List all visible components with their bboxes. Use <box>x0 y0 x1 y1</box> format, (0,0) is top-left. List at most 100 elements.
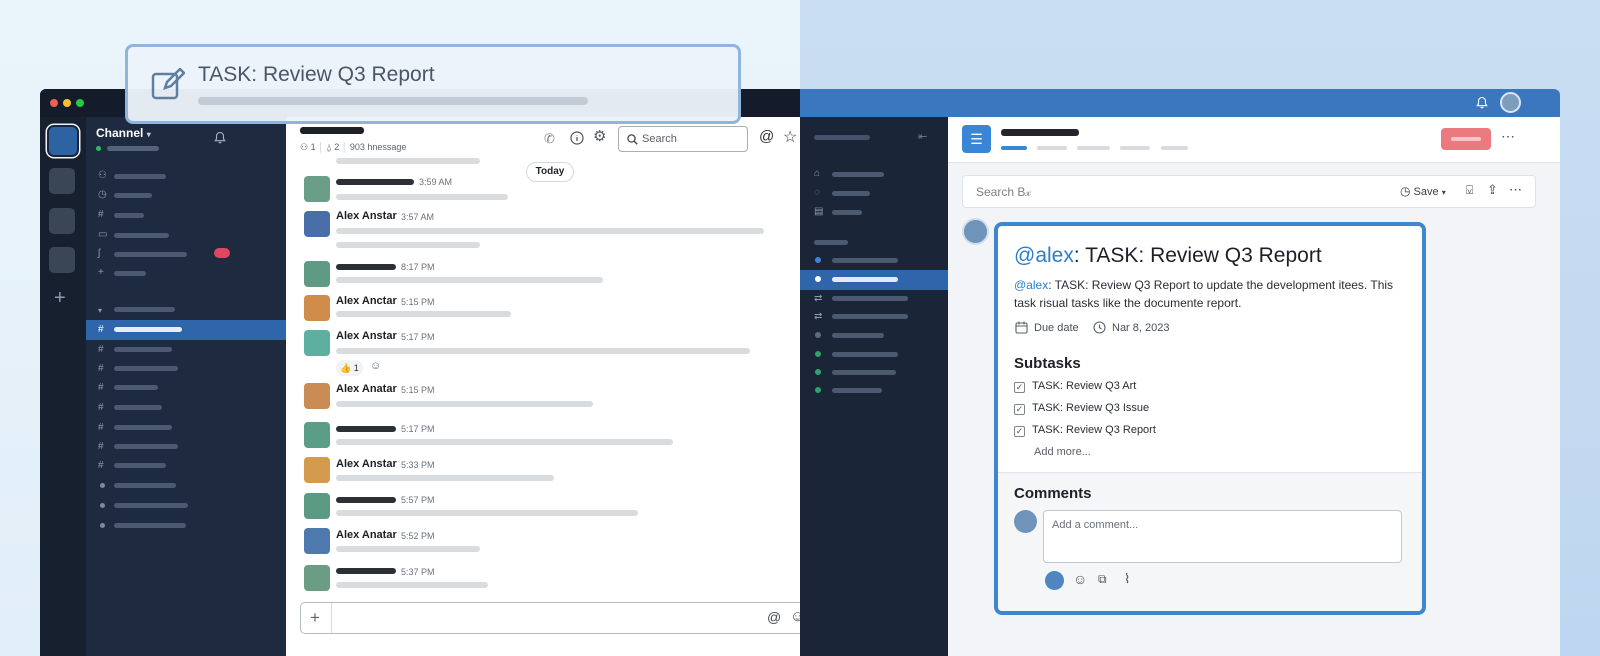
tab[interactable] <box>1037 146 1067 150</box>
channel-item[interactable] <box>114 463 166 468</box>
more-icon[interactable]: ⋯ <box>1501 128 1515 145</box>
description-mention[interactable]: @alex <box>1014 278 1048 292</box>
sender-name[interactable]: Alex Anatar <box>336 529 397 541</box>
channel-item[interactable] <box>114 444 178 449</box>
bell-icon[interactable] <box>214 131 226 144</box>
share-icon[interactable]: ⇪ <box>1487 182 1498 198</box>
dm-item[interactable] <box>114 483 176 488</box>
due-date-value[interactable]: Nar 8, 2023 <box>1112 322 1169 334</box>
section-header[interactable] <box>814 240 848 245</box>
sender-name[interactable] <box>336 179 414 185</box>
reaction-chip[interactable]: 👍 1 <box>336 360 363 376</box>
subtask-item[interactable]: ✓ TASK: Review Q3 Report <box>1014 424 1156 437</box>
add-workspace-icon[interactable]: + <box>54 288 66 308</box>
save-button[interactable]: ◷ Save ▾ <box>1400 184 1446 198</box>
bell-icon[interactable] <box>1476 96 1488 109</box>
avatar[interactable] <box>304 493 330 519</box>
comment-input[interactable]: Add a comment... <box>1043 510 1402 563</box>
sender-name[interactable]: Alex Anctar <box>336 295 397 307</box>
gear-icon[interactable]: ⚙ <box>593 127 606 145</box>
tab[interactable] <box>1077 146 1110 150</box>
at-icon[interactable]: @ <box>767 609 781 625</box>
avatar[interactable] <box>304 528 330 554</box>
project-item[interactable] <box>832 333 884 338</box>
emoji-icon[interactable]: ☺ <box>1073 571 1087 587</box>
mention-avatar-button[interactable] <box>1045 571 1064 590</box>
maximize-dot[interactable] <box>76 99 84 107</box>
sidebar-item-channels[interactable] <box>114 213 144 218</box>
checkbox-checked[interactable]: ✓ <box>1014 404 1025 415</box>
sidebar-item-activity[interactable] <box>832 191 870 196</box>
project-item[interactable] <box>832 370 896 375</box>
tab-active[interactable] <box>1001 146 1027 150</box>
add-reaction-icon[interactable]: ☺ <box>370 360 381 372</box>
close-dot[interactable] <box>50 99 58 107</box>
project-item[interactable] <box>832 388 882 393</box>
list-icon[interactable]: ☰ <box>962 125 991 153</box>
sender-name[interactable] <box>336 264 396 270</box>
workspace-2[interactable] <box>49 168 75 194</box>
sender-name[interactable] <box>336 497 396 503</box>
sender-name[interactable] <box>336 568 396 574</box>
search-input[interactable]: Search <box>618 126 748 152</box>
section-header[interactable] <box>114 307 175 312</box>
collapse-icon[interactable]: ⇤ <box>918 130 927 143</box>
title-mention[interactable]: @alex <box>1014 244 1074 267</box>
composer-add-button[interactable]: + <box>310 608 320 628</box>
at-icon[interactable]: @ <box>759 128 774 145</box>
channel-item[interactable] <box>114 425 172 430</box>
sidebar-item-people[interactable] <box>114 174 166 179</box>
checkbox-checked[interactable]: ✓ <box>1014 382 1025 393</box>
project-item[interactable] <box>832 314 908 319</box>
subtask-item[interactable]: ✓ TASK: Review Q3 Issue <box>1014 402 1149 415</box>
dm-item[interactable] <box>114 523 186 528</box>
minimize-dot[interactable] <box>63 99 71 107</box>
channel-item[interactable] <box>114 405 162 410</box>
format-icon[interactable]: ⧉ <box>1098 572 1107 587</box>
avatar[interactable] <box>1500 92 1521 113</box>
tab[interactable] <box>1120 146 1150 150</box>
search-input[interactable]: Search B𝓍 <box>976 185 1031 200</box>
add-subtask-link[interactable]: Add more... <box>1034 446 1091 458</box>
channel-item[interactable] <box>114 385 158 390</box>
project-item[interactable] <box>832 296 908 301</box>
attach-icon[interactable]: ⌇ <box>1124 571 1130 587</box>
project-item[interactable] <box>832 352 898 357</box>
sidebar-item-docs[interactable] <box>832 210 862 215</box>
avatar[interactable] <box>304 565 330 591</box>
avatar[interactable] <box>304 422 330 448</box>
more-icon[interactable]: ⋯ <box>1509 182 1522 198</box>
emoji-icon[interactable]: ☺ <box>790 608 800 625</box>
avatar[interactable] <box>304 457 330 483</box>
dm-item[interactable] <box>114 503 188 508</box>
workspace-active[interactable] <box>49 127 77 155</box>
subtask-item[interactable]: ✓ TASK: Review Q3 Art <box>1014 380 1136 393</box>
avatar[interactable] <box>304 176 330 202</box>
avatar[interactable] <box>304 211 330 237</box>
phone-icon[interactable]: ✆ <box>544 131 555 147</box>
due-date-label[interactable]: Due date <box>1034 322 1079 334</box>
sender-name[interactable]: Alex Anatar <box>336 383 397 395</box>
sidebar-item-threads[interactable] <box>114 252 187 257</box>
sender-name[interactable]: Alex Anstar <box>336 330 397 342</box>
message-composer[interactable]: + @ ☺ <box>300 602 800 634</box>
avatar[interactable] <box>304 330 330 356</box>
task-overlay-card[interactable]: TASK: Review Q3 Report <box>125 44 741 124</box>
star-icon[interactable]: ☆ <box>783 127 797 147</box>
sidebar-item-home[interactable] <box>832 172 884 177</box>
workspace-menu[interactable]: Channel ▾ <box>96 126 151 140</box>
project-item[interactable] <box>832 258 898 263</box>
avatar[interactable] <box>304 383 330 409</box>
assignee-avatar[interactable] <box>962 218 989 245</box>
sender-name[interactable]: Alex Anstar <box>336 458 397 470</box>
bookmark-icon[interactable]: ⍌ <box>1466 183 1473 198</box>
checkbox-checked[interactable]: ✓ <box>1014 426 1025 437</box>
avatar[interactable] <box>304 295 330 321</box>
pinned-count[interactable]: 2 <box>334 142 339 152</box>
primary-action-button[interactable] <box>1441 128 1491 150</box>
sidebar-item-add[interactable] <box>114 271 146 276</box>
tab[interactable] <box>1161 146 1188 150</box>
workspace-4[interactable] <box>49 247 75 273</box>
workspace-3[interactable] <box>49 208 75 234</box>
sender-name[interactable] <box>336 426 396 432</box>
